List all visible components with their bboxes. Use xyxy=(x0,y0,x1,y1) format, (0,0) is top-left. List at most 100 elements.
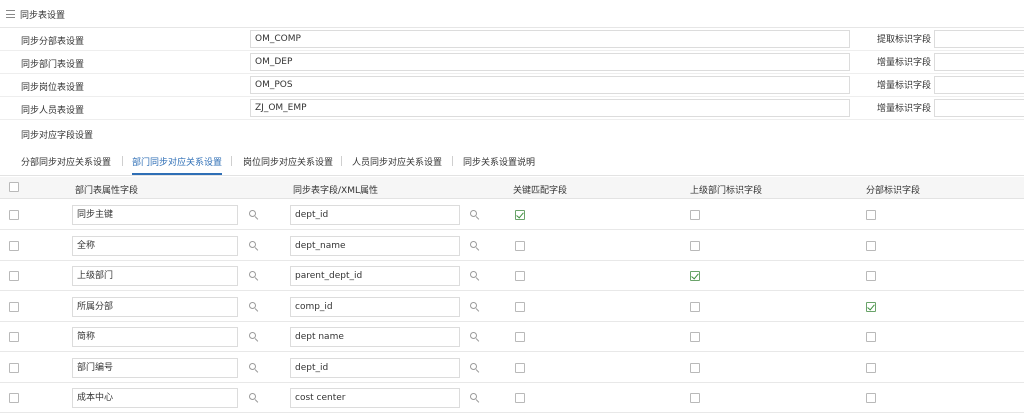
setting-label: 同步人员表设置 xyxy=(21,106,85,116)
field-section-title: 同步对应字段设置 xyxy=(21,131,94,141)
row-select-checkbox[interactable] xyxy=(9,302,19,312)
key-checkbox[interactable] xyxy=(515,332,525,342)
search-icon[interactable] xyxy=(470,271,480,281)
parent-checkbox[interactable] xyxy=(690,210,700,220)
tab-pos-mapping[interactable]: 岗位同步对应关系设置 xyxy=(243,155,333,175)
setting-row-pos: 同步岗位表设置 OM_POS 增量标识字段 xyxy=(0,74,1024,97)
search-icon[interactable] xyxy=(470,363,480,373)
menu-icon[interactable] xyxy=(6,10,15,18)
setting-label: 同步岗位表设置 xyxy=(21,83,85,93)
col-header-parent: 上级部门标识字段 xyxy=(690,186,763,196)
key-checkbox[interactable] xyxy=(515,241,525,251)
attr-input[interactable]: 简称 xyxy=(72,327,238,347)
table-row: 上级部门 parent_dept_id xyxy=(0,261,1024,291)
setting-row-emp: 同步人员表设置 ZJ_OM_EMP 增量标识字段 xyxy=(0,97,1024,120)
parent-checkbox[interactable] xyxy=(690,363,700,373)
key-checkbox[interactable] xyxy=(515,393,525,403)
search-icon[interactable] xyxy=(249,332,259,342)
flag-label: 增量标识字段 xyxy=(877,58,932,68)
flag-label: 增量标识字段 xyxy=(877,104,932,114)
parent-checkbox[interactable] xyxy=(690,332,700,342)
comp-checkbox[interactable] xyxy=(866,241,876,251)
table-row: 同步主键 dept_id xyxy=(0,200,1024,230)
key-checkbox[interactable] xyxy=(515,363,525,373)
emp-table-input[interactable]: ZJ_OM_EMP xyxy=(250,99,850,117)
dept-table-input[interactable]: OM_DEP xyxy=(250,53,850,71)
key-checkbox[interactable] xyxy=(515,302,525,312)
field-input[interactable]: dept name xyxy=(290,327,460,347)
pos-table-input[interactable]: OM_POS xyxy=(250,76,850,94)
tab-comp-mapping[interactable]: 分部同步对应关系设置 xyxy=(21,155,111,175)
comp-checkbox[interactable] xyxy=(866,271,876,281)
setting-label: 同步部门表设置 xyxy=(21,60,85,70)
search-icon[interactable] xyxy=(470,302,480,312)
table-row: 部门编号 dept_id xyxy=(0,353,1024,383)
dept-flag-input[interactable] xyxy=(934,53,1024,71)
setting-row-dept: 同步部门表设置 OM_DEP 增量标识字段 xyxy=(0,51,1024,74)
field-input[interactable]: dept_id xyxy=(290,205,460,225)
flag-label: 提取标识字段 xyxy=(877,35,932,45)
key-checkbox[interactable] xyxy=(515,210,525,220)
table-row: 所属分部 comp_id xyxy=(0,292,1024,322)
field-input[interactable]: dept_name xyxy=(290,236,460,256)
col-header-attr: 部门表属性字段 xyxy=(75,186,139,196)
emp-flag-input[interactable] xyxy=(934,99,1024,117)
pos-flag-input[interactable] xyxy=(934,76,1024,94)
search-icon[interactable] xyxy=(249,271,259,281)
field-input[interactable]: comp_id xyxy=(290,297,460,317)
tab-dept-mapping[interactable]: 部门同步对应关系设置 xyxy=(132,155,223,175)
table-row: 全称 dept_name xyxy=(0,231,1024,261)
field-input[interactable]: dept_id xyxy=(290,358,460,378)
field-input[interactable]: parent_dept_id xyxy=(290,266,460,286)
parent-checkbox[interactable] xyxy=(690,302,700,312)
comp-flag-input[interactable] xyxy=(934,30,1024,48)
tab-divider xyxy=(231,156,232,166)
tab-mapping-help[interactable]: 同步关系设置说明 xyxy=(463,155,535,175)
search-icon[interactable] xyxy=(470,393,480,403)
row-select-checkbox[interactable] xyxy=(9,241,19,251)
comp-checkbox[interactable] xyxy=(866,302,876,312)
setting-label: 同步分部表设置 xyxy=(21,37,85,47)
row-select-checkbox[interactable] xyxy=(9,271,19,281)
setting-row-comp: 同步分部表设置 OM_COMP 提取标识字段 xyxy=(0,28,1024,51)
attr-input[interactable]: 成本中心 xyxy=(72,388,238,408)
search-icon[interactable] xyxy=(249,241,259,251)
flag-label: 增量标识字段 xyxy=(877,81,932,91)
comp-checkbox[interactable] xyxy=(866,393,876,403)
tab-divider xyxy=(341,156,342,166)
search-icon[interactable] xyxy=(470,332,480,342)
table-row: 简称 dept name xyxy=(0,322,1024,352)
grid-header: 部门表属性字段 同步表字段/XML属性 关键匹配字段 上级部门标识字段 分部标识… xyxy=(0,177,1024,199)
attr-input[interactable]: 同步主键 xyxy=(72,205,238,225)
comp-checkbox[interactable] xyxy=(866,363,876,373)
col-header-comp: 分部标识字段 xyxy=(866,186,921,196)
field-input[interactable]: cost center xyxy=(290,388,460,408)
attr-input[interactable]: 全称 xyxy=(72,236,238,256)
tab-divider xyxy=(452,156,453,166)
tab-emp-mapping[interactable]: 人员同步对应关系设置 xyxy=(352,155,442,175)
search-icon[interactable] xyxy=(470,210,480,220)
search-icon[interactable] xyxy=(249,393,259,403)
search-icon[interactable] xyxy=(249,210,259,220)
parent-checkbox[interactable] xyxy=(690,393,700,403)
attr-input[interactable]: 上级部门 xyxy=(72,266,238,286)
table-row: 成本中心 cost center xyxy=(0,383,1024,413)
row-select-checkbox[interactable] xyxy=(9,393,19,403)
attr-input[interactable]: 所属分部 xyxy=(72,297,238,317)
comp-checkbox[interactable] xyxy=(866,332,876,342)
key-checkbox[interactable] xyxy=(515,271,525,281)
row-select-checkbox[interactable] xyxy=(9,363,19,373)
search-icon[interactable] xyxy=(249,363,259,373)
search-icon[interactable] xyxy=(249,302,259,312)
parent-checkbox[interactable] xyxy=(690,271,700,281)
parent-checkbox[interactable] xyxy=(690,241,700,251)
panel-title: 同步表设置 xyxy=(20,11,66,21)
row-select-checkbox[interactable] xyxy=(9,210,19,220)
attr-input[interactable]: 部门编号 xyxy=(72,358,238,378)
tab-divider xyxy=(122,156,123,166)
row-select-checkbox[interactable] xyxy=(9,332,19,342)
comp-table-input[interactable]: OM_COMP xyxy=(250,30,850,48)
select-all-checkbox[interactable] xyxy=(9,182,19,192)
search-icon[interactable] xyxy=(470,241,480,251)
comp-checkbox[interactable] xyxy=(866,210,876,220)
